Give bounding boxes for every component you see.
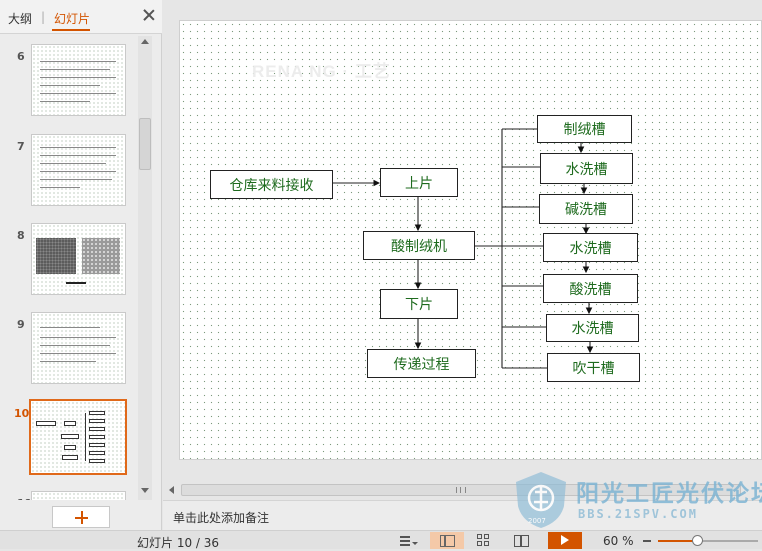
thumbnail-slide-11[interactable]: 11: [0, 483, 138, 500]
tank-rinse-3[interactable]: 水洗槽: [546, 314, 639, 342]
thumbnail-number: 6: [17, 50, 25, 63]
zoom-out-icon[interactable]: [640, 532, 654, 548]
slide-thumbnail: [31, 491, 126, 500]
thumbnail-list: 6 7 8 9 10: [0, 36, 138, 500]
micrograph-image: [36, 238, 76, 274]
watermark-title: 阳光工匠光伏论坛: [576, 481, 762, 507]
thumbnail-scrollbar[interactable]: [138, 36, 152, 500]
zoom-level[interactable]: 60 %: [603, 534, 634, 548]
flow-step-transfer[interactable]: 传递过程: [367, 349, 476, 378]
slide-thumbnail: [31, 134, 126, 206]
tab-separator: |: [41, 10, 46, 24]
thumbnail-slide-8[interactable]: 8: [0, 215, 138, 295]
slide-thumbnail: [31, 223, 126, 295]
tank-rinse-2[interactable]: 水洗槽: [543, 233, 638, 262]
flow-step-warehouse-receiving[interactable]: 仓库来料接收: [210, 170, 333, 199]
scrollbar-thumb[interactable]: [139, 118, 151, 170]
watermark-year: 2007: [528, 517, 546, 525]
grip-icon: [456, 487, 466, 493]
thumbnail-slide-6[interactable]: 6: [0, 36, 138, 116]
thumbnail-number: 7: [17, 140, 25, 153]
thumbnail-slide-9[interactable]: 9: [0, 304, 138, 384]
zoom-slider[interactable]: [658, 535, 758, 546]
slide-sorter-icon[interactable]: [473, 533, 495, 548]
thumbnail-number: 9: [17, 318, 25, 331]
flow-step-unloading[interactable]: 下片: [380, 289, 458, 319]
thumbnail-number: 8: [17, 229, 25, 242]
reading-view-icon[interactable]: [510, 533, 532, 548]
watermark: 2007 阳光工匠光伏论坛 BBS.21SPV.COM: [512, 470, 762, 532]
slide-thumbnail: [31, 312, 126, 384]
active-tab-indicator: [52, 29, 90, 31]
pane-tabs: 大纲 | 幻灯片: [0, 0, 162, 34]
tank-dryer[interactable]: 吹干槽: [547, 353, 640, 382]
notes-toggle-icon[interactable]: [396, 533, 418, 548]
tab-slides[interactable]: 幻灯片: [54, 10, 90, 27]
flow-step-acid-texturing[interactable]: 酸制绒机: [363, 231, 475, 260]
slide-thumbnail: [29, 399, 127, 475]
normal-view-icon[interactable]: [430, 532, 464, 549]
slide-editor: RENA NG · 工艺 仓库来料接收 上片 酸制绒机 下片 传递过程 制绒槽 …: [163, 0, 762, 500]
slide-counter: 幻灯片 10 / 36: [137, 536, 220, 550]
scroll-up-icon[interactable]: [141, 39, 149, 44]
flow-step-loading[interactable]: 上片: [380, 168, 458, 197]
tank-acid-wash[interactable]: 酸洗槽: [543, 274, 638, 303]
zoom-slider-handle[interactable]: [692, 535, 703, 546]
thumbnail-slide-10[interactable]: 10: [0, 393, 138, 475]
scroll-down-icon[interactable]: [141, 488, 149, 493]
notes-placeholder[interactable]: 单击此处添加备注: [173, 509, 269, 526]
slide-thumbnail: [31, 44, 126, 116]
close-icon[interactable]: [142, 8, 156, 22]
micrograph-image: [82, 238, 120, 274]
thumbnail-slide-7[interactable]: 7: [0, 126, 138, 206]
slide-canvas[interactable]: RENA NG · 工艺 仓库来料接收 上片 酸制绒机 下片 传递过程 制绒槽 …: [179, 20, 762, 460]
tank-alkaline-wash[interactable]: 碱洗槽: [539, 194, 633, 224]
slide-pane: 大纲 | 幻灯片 6 7 8 9 10: [0, 0, 162, 530]
scroll-left-icon[interactable]: [169, 486, 174, 494]
add-slide-button[interactable]: [52, 506, 110, 528]
status-bar: 幻灯片 10 / 36 60 %: [0, 530, 762, 550]
watermark-url: BBS.21SPV.COM: [578, 507, 698, 521]
tank-texturing[interactable]: 制绒槽: [537, 115, 632, 143]
tank-rinse-1[interactable]: 水洗槽: [540, 153, 633, 184]
thumbnail-number: 10: [14, 407, 30, 420]
play-slideshow-icon[interactable]: [548, 532, 582, 549]
tab-outline[interactable]: 大纲: [8, 10, 32, 27]
presentation-app: 大纲 | 幻灯片 6 7 8 9 10 RENA NG · 工艺 仓库来料接收 …: [0, 0, 762, 550]
